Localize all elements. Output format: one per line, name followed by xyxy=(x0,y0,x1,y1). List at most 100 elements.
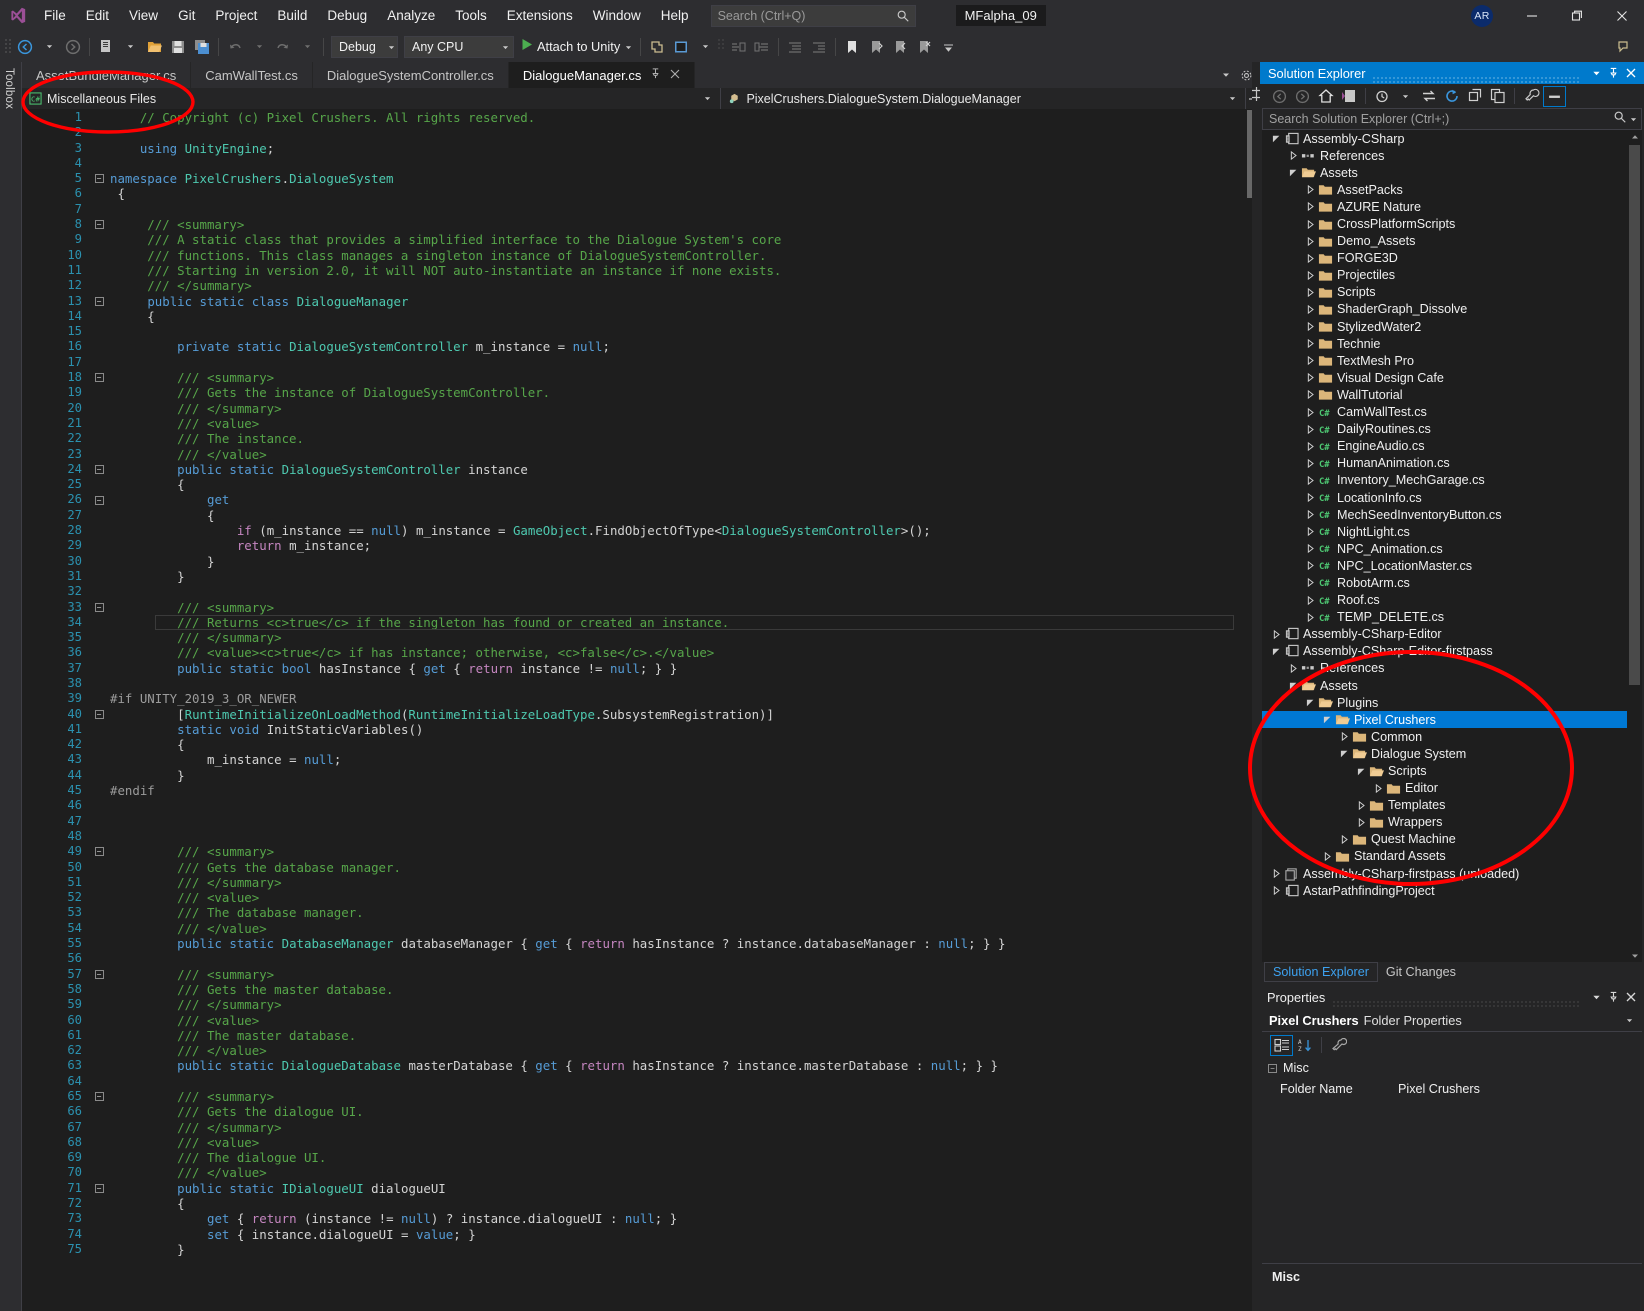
preview-selected-items-icon[interactable] xyxy=(1543,85,1566,107)
chevron-right-icon[interactable] xyxy=(1304,339,1317,349)
chevron-right-icon[interactable] xyxy=(1304,612,1317,622)
chevron-right-icon[interactable] xyxy=(1287,663,1300,673)
chevron-right-icon[interactable] xyxy=(1304,390,1317,400)
save-all-button[interactable] xyxy=(190,35,214,59)
code-line[interactable]: 18− /// <summary> xyxy=(22,370,1244,385)
code-line[interactable]: 23 /// </value> xyxy=(22,447,1244,462)
preview-icon[interactable] xyxy=(669,35,693,59)
tab-dialoguesystemcontroller[interactable]: DialogueSystemController.cs xyxy=(312,62,509,88)
avatar[interactable]: AR xyxy=(1471,4,1493,27)
code-line[interactable]: 57− /// <summary> xyxy=(22,967,1244,982)
code-line[interactable]: 60 /// <value> xyxy=(22,1013,1244,1028)
tree-item[interactable]: Projectiles xyxy=(1262,267,1627,284)
indent-icon[interactable] xyxy=(807,35,831,59)
tree-item[interactable]: C# CamWallTest.cs xyxy=(1262,404,1627,421)
code-line[interactable]: 40− [RuntimeInitializeOnLoadMethod(Runti… xyxy=(22,707,1244,722)
code-line[interactable]: 37 public static bool hasInstance { get … xyxy=(22,661,1244,676)
code-line[interactable]: 65− /// <summary> xyxy=(22,1089,1244,1104)
close-button[interactable] xyxy=(1599,0,1644,31)
active-files-dropdown[interactable] xyxy=(1216,62,1236,88)
solution-tree[interactable]: Assembly-CSharp References Assets AssetPack… xyxy=(1262,130,1642,962)
code-line[interactable]: 69 /// The dialogue UI. xyxy=(22,1150,1244,1165)
code-line[interactable]: 58 /// Gets the master database. xyxy=(22,982,1244,997)
tree-item[interactable]: C# RobotArm.cs xyxy=(1262,574,1627,591)
chevron-right-icon[interactable] xyxy=(1338,732,1351,742)
tree-item[interactable]: C# HumanAnimation.cs xyxy=(1262,455,1627,472)
forward-icon[interactable] xyxy=(1291,86,1314,107)
chevron-right-icon[interactable] xyxy=(1304,185,1317,195)
solution-search-input[interactable] xyxy=(1269,112,1613,126)
code-line[interactable]: 30 } xyxy=(22,554,1244,569)
collapse-all-icon[interactable] xyxy=(1463,86,1486,107)
tab-solution-explorer[interactable]: Solution Explorer xyxy=(1264,962,1378,982)
code-line[interactable]: 43 m_instance = null; xyxy=(22,752,1244,767)
toolbar-grip-2[interactable] xyxy=(717,37,726,57)
properties-object-selector[interactable]: Pixel Crushers Folder Properties xyxy=(1262,1010,1642,1032)
tree-item[interactable]: Assets xyxy=(1262,164,1627,181)
tree-item[interactable]: Assembly-CSharp-Editor-firstpass xyxy=(1262,643,1627,660)
close-icon[interactable] xyxy=(1622,987,1639,1007)
code-line[interactable]: 32 xyxy=(22,584,1244,599)
code-line[interactable]: 35 /// </summary> xyxy=(22,630,1244,645)
tree-item[interactable]: Visual Design Cafe xyxy=(1262,369,1627,386)
chevron-down-icon[interactable] xyxy=(1304,698,1317,707)
tree-item[interactable]: C# TEMP_DELETE.cs xyxy=(1262,609,1627,626)
fold-toggle-icon[interactable]: − xyxy=(88,969,110,979)
chevron-right-icon[interactable] xyxy=(1304,253,1317,263)
chevron-right-icon[interactable] xyxy=(1304,202,1317,212)
menu-git[interactable]: Git xyxy=(168,0,205,31)
live-share-icon[interactable] xyxy=(645,35,669,59)
tree-item[interactable]: C# NightLight.cs xyxy=(1262,523,1627,540)
code-line[interactable]: 64 xyxy=(22,1074,1244,1089)
code-line[interactable]: 16 private static DialogueSystemControll… xyxy=(22,339,1244,354)
code-line[interactable]: 29 return m_instance; xyxy=(22,538,1244,553)
toolbox-strip[interactable]: Toolbox xyxy=(0,62,22,1311)
code-line[interactable]: 25 { xyxy=(22,477,1244,492)
code-line[interactable]: 71− public static IDialogueUI dialogueUI xyxy=(22,1181,1244,1196)
tree-item[interactable]: CrossPlatformScripts xyxy=(1262,215,1627,232)
undo-button[interactable] xyxy=(223,35,247,59)
properties-category-misc[interactable]: − Misc xyxy=(1262,1058,1642,1078)
code-line[interactable]: 1 // Copyright (c) Pixel Crushers. All r… xyxy=(22,110,1244,125)
solution-configuration-combo[interactable]: Debug xyxy=(331,35,398,58)
tree-item[interactable]: ShaderGraph_Dissolve xyxy=(1262,301,1627,318)
property-pages-icon[interactable] xyxy=(1327,1035,1350,1056)
search-options-dropdown[interactable] xyxy=(1630,110,1637,128)
tree-item[interactable]: Standard Assets xyxy=(1262,848,1627,865)
tree-item[interactable]: C# LocationInfo.cs xyxy=(1262,489,1627,506)
tree-item[interactable]: C# Roof.cs xyxy=(1262,592,1627,609)
code-line[interactable]: 19 /// Gets the instance of DialogueSyst… xyxy=(22,385,1244,400)
chevron-right-icon[interactable] xyxy=(1304,475,1317,485)
code-line[interactable]: 31 } xyxy=(22,569,1244,584)
code-line[interactable]: 4 xyxy=(22,156,1244,171)
menu-view[interactable]: View xyxy=(119,0,168,31)
attach-to-unity-button[interactable]: Attach to Unity xyxy=(517,35,636,59)
tree-item-selected[interactable]: Pixel Crushers xyxy=(1262,711,1627,729)
fold-toggle-icon[interactable]: − xyxy=(88,709,110,719)
chevron-down-icon[interactable] xyxy=(1338,749,1351,758)
global-search-box[interactable] xyxy=(710,4,916,27)
categorized-icon[interactable] xyxy=(1270,1034,1293,1056)
code-line[interactable]: 62 /// </value> xyxy=(22,1043,1244,1058)
fold-toggle-icon[interactable]: − xyxy=(88,174,110,184)
splitter-handle-icon[interactable] xyxy=(1252,86,1261,101)
chevron-down-icon[interactable] xyxy=(1626,1016,1637,1026)
code-line[interactable]: 10 /// functions. This class manages a s… xyxy=(22,248,1244,263)
project-dropdown[interactable]: C# Miscellaneous Files xyxy=(22,88,722,109)
menu-file[interactable]: File xyxy=(34,0,76,31)
tree-item[interactable]: FORGE3D xyxy=(1262,250,1627,267)
code-line[interactable]: 45 #endif xyxy=(22,783,1244,798)
code-line[interactable]: 54 /// </value> xyxy=(22,921,1244,936)
show-all-files-icon[interactable] xyxy=(1486,86,1509,107)
code-editor[interactable]: 1 // Copyright (c) Pixel Crushers. All r… xyxy=(22,110,1260,1311)
chevron-right-icon[interactable] xyxy=(1304,304,1317,314)
code-line[interactable]: 49− /// <summary> xyxy=(22,844,1244,859)
code-line[interactable]: 75 } xyxy=(22,1242,1244,1257)
code-line[interactable]: 22 /// The instance. xyxy=(22,431,1244,446)
search-input[interactable] xyxy=(717,8,893,23)
feedback-icon[interactable] xyxy=(1612,35,1636,59)
chevron-right-icon[interactable] xyxy=(1304,424,1317,434)
menu-analyze[interactable]: Analyze xyxy=(377,0,445,31)
solution-explorer-search[interactable] xyxy=(1262,108,1642,130)
code-line[interactable]: 24− public static DialogueSystemControll… xyxy=(22,462,1244,477)
